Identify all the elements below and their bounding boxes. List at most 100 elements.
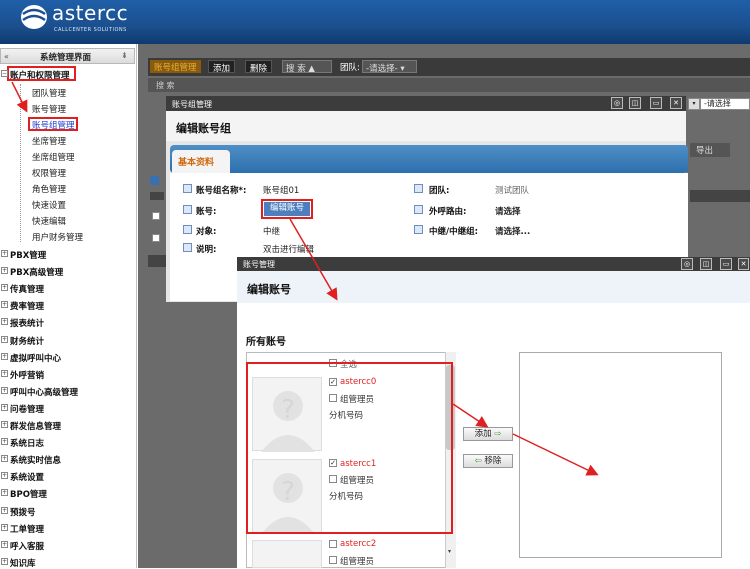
expand-node-icon[interactable]: + — [1, 557, 8, 565]
tree-group-account-permission[interactable]: − 账户和权限管理 — [1, 69, 70, 81]
edit-account-button[interactable]: 编辑账号 — [264, 202, 310, 216]
restore-icon[interactable]: ◎ — [681, 258, 693, 270]
sidebar-item-account[interactable]: 账号管理 — [32, 103, 66, 115]
delete-button[interactable]: 删除 — [245, 60, 273, 74]
expand-node-icon[interactable]: + — [1, 284, 8, 292]
logo-text: astercc — [52, 1, 129, 25]
group-name-value[interactable]: 账号组01 — [263, 184, 299, 196]
tree-group[interactable]: + 系统日志 — [1, 437, 44, 449]
collapse-node-icon[interactable]: − — [1, 70, 8, 77]
pin-icon[interactable]: ⇟ — [121, 51, 128, 60]
maximize-icon[interactable]: ◫ — [629, 97, 641, 109]
expand-node-icon[interactable]: + — [1, 352, 8, 360]
selected-accounts-list[interactable] — [519, 352, 722, 558]
tree-group[interactable]: + 财务统计 — [1, 335, 44, 347]
team-select[interactable]: -请选择- ▾ — [362, 60, 417, 74]
target-value[interactable]: 中继 — [263, 225, 280, 237]
tree-group[interactable]: + 知识库 — [1, 557, 36, 569]
minimize-icon[interactable]: ▭ — [720, 258, 732, 270]
expand-node-icon[interactable]: + — [1, 472, 8, 480]
expand-node-icon[interactable]: + — [1, 250, 8, 257]
collapse-icon[interactable]: « — [4, 52, 9, 61]
tree-group[interactable]: + 传真管理 — [1, 283, 44, 295]
sidebar-item-quick-setup[interactable]: 快速设置 — [32, 199, 66, 211]
sidebar-item-user-finance[interactable]: 用户财务管理 — [32, 231, 83, 243]
tree-group[interactable]: + 呼入客服 — [1, 540, 44, 552]
account-checkbox[interactable] — [329, 540, 337, 548]
dialog2-title: 账号管理 — [237, 257, 750, 271]
grid-header-bar — [150, 192, 164, 200]
right-select[interactable]: -请选择 — [700, 98, 750, 110]
dialog-heading: 编辑账号组 — [176, 122, 231, 135]
field-icon — [414, 184, 423, 193]
expand-node-icon[interactable]: + — [1, 540, 8, 548]
expand-node-icon[interactable]: + — [1, 301, 8, 309]
tree-group[interactable]: + 系统设置 — [1, 471, 44, 483]
account-label: 账号: — [196, 207, 217, 217]
scroll-down-icon[interactable]: ▾ — [448, 548, 451, 555]
restore-icon[interactable]: ◎ — [611, 97, 623, 109]
tree-group[interactable]: + PBX管理 — [1, 249, 46, 261]
add-account-button[interactable]: 添加 ⇨ — [463, 427, 513, 441]
team-label: 团队: — [340, 63, 360, 73]
group-name-label: 账号组名称*: — [196, 186, 247, 196]
sidebar-item-agent-group[interactable]: 坐席组管理 — [32, 151, 75, 163]
arrow-left-icon: ⇦ — [474, 456, 482, 466]
toolbar — [148, 58, 750, 76]
tree-group[interactable]: + 虚拟呼叫中心 — [1, 352, 61, 364]
sidebar-item-agent[interactable]: 坐席管理 — [32, 135, 66, 147]
expand-node-icon[interactable]: + — [1, 489, 8, 497]
expand-node-icon[interactable]: + — [1, 403, 8, 411]
expand-node-icon[interactable]: + — [1, 506, 8, 514]
tree-group[interactable]: + 呼叫中心高级管理 — [1, 386, 78, 398]
remove-account-button[interactable]: ⇦ 移除 — [463, 454, 513, 468]
desc-label: 说明: — [196, 245, 217, 255]
field-icon — [183, 205, 192, 214]
sidebar-item-account-group[interactable]: 账号组管理 — [32, 119, 75, 131]
desc-value[interactable]: 双击进行编辑 — [263, 243, 314, 255]
tree-group[interactable]: + 报表统计 — [1, 317, 44, 329]
expand-node-icon[interactable]: + — [1, 523, 8, 531]
close-icon[interactable]: ✕ — [738, 258, 749, 270]
minimize-icon[interactable]: ▭ — [650, 97, 662, 109]
sidebar-item-permission[interactable]: 权限管理 — [32, 167, 66, 179]
expand-node-icon[interactable]: + — [1, 335, 8, 343]
expand-node-icon[interactable]: + — [1, 421, 8, 428]
tree-connector — [20, 84, 21, 242]
dropdown-arrow-icon[interactable]: ▾ — [688, 98, 700, 110]
trunk-value[interactable]: 请选择... — [495, 225, 530, 237]
astercc-logo-icon — [21, 5, 47, 29]
export-button[interactable]: 导出 — [690, 143, 730, 157]
tree-group[interactable]: + 问卷管理 — [1, 403, 44, 415]
expand-node-icon[interactable]: + — [1, 455, 8, 463]
expand-node-icon[interactable]: + — [1, 267, 8, 275]
team-field-value[interactable]: 测试团队 — [495, 184, 529, 196]
row-checkbox[interactable] — [152, 212, 160, 220]
group-admin-checkbox[interactable] — [329, 556, 337, 564]
tree-group[interactable]: + 费率管理 — [1, 300, 44, 312]
sidebar-item-team[interactable]: 团队管理 — [32, 87, 66, 99]
maximize-icon[interactable]: ◫ — [700, 258, 712, 270]
team-field-label: 团队: — [429, 186, 450, 196]
tree-group[interactable]: + 工单管理 — [1, 523, 44, 535]
tab-account-group[interactable]: 账号组管理 — [150, 60, 201, 73]
expand-node-icon[interactable]: + — [1, 386, 8, 394]
sidebar-item-role[interactable]: 角色管理 — [32, 183, 66, 195]
tree-group[interactable]: + BPO管理 — [1, 488, 47, 500]
tree-group[interactable]: + PBX高级管理 — [1, 266, 63, 278]
close-icon[interactable]: ✕ — [670, 97, 682, 109]
expand-node-icon[interactable]: + — [1, 369, 8, 377]
tree-group[interactable]: + 系统实时信息 — [1, 454, 61, 466]
tree-group[interactable]: + 预拨号 — [1, 506, 36, 518]
search-button[interactable]: 搜 索 ▲ — [282, 60, 332, 74]
search-bar[interactable]: 搜 索 — [148, 78, 750, 92]
tab-basic-info[interactable]: 基本资料 — [172, 150, 230, 173]
sidebar-item-quick-edit[interactable]: 快速编辑 — [32, 215, 66, 227]
expand-node-icon[interactable]: + — [1, 438, 8, 446]
expand-node-icon[interactable]: + — [1, 318, 8, 326]
add-button[interactable]: 添加 — [208, 60, 236, 74]
tree-group[interactable]: + 外呼营销 — [1, 369, 44, 381]
row-checkbox[interactable] — [152, 234, 160, 242]
tree-group[interactable]: + 群发信息管理 — [1, 420, 61, 432]
outroute-value[interactable]: 请选择 — [495, 205, 521, 217]
